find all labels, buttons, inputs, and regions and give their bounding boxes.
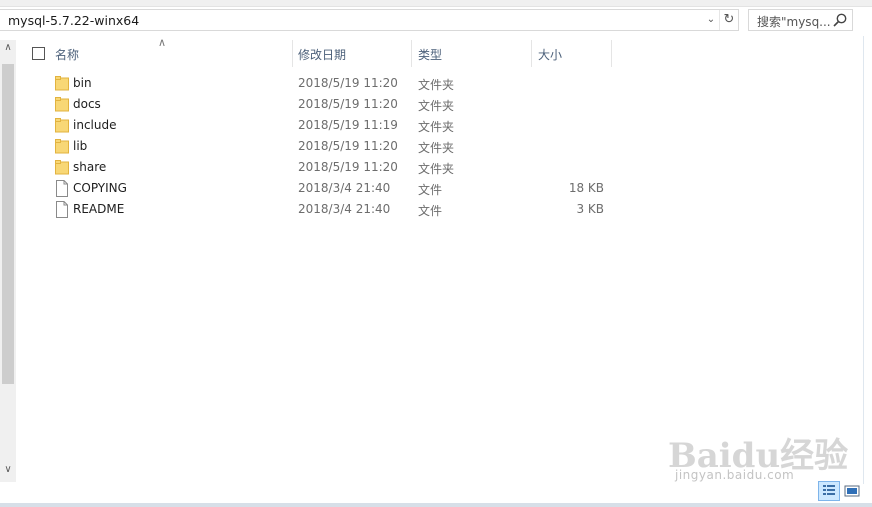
select-all-checkbox[interactable]: [32, 47, 45, 60]
file-size: 18 KB: [568, 181, 604, 195]
file-modified: 2018/5/19 11:20: [298, 76, 398, 90]
scroll-up-icon[interactable]: ∧: [0, 42, 16, 56]
pane-border: [863, 36, 864, 484]
file-row[interactable]: README 2018/3/4 21:40 文件 3 KB: [18, 199, 612, 220]
column-size[interactable]: 大小: [538, 46, 562, 63]
file-icon: [56, 180, 68, 197]
sort-ascending-icon: ∧: [158, 36, 167, 49]
file-modified: 2018/5/19 11:20: [298, 97, 398, 111]
window-bottom-border: [0, 503, 872, 507]
folder-icon: [55, 76, 69, 91]
file-modified: 2018/3/4 21:40: [298, 181, 391, 195]
file-name[interactable]: share: [73, 160, 106, 174]
file-type: 文件夹: [418, 162, 455, 176]
file-modified: 2018/3/4 21:40: [298, 202, 391, 216]
file-name[interactable]: README: [73, 202, 124, 216]
column-divider[interactable]: [531, 40, 532, 67]
address-path[interactable]: mysql-5.7.22-winx64: [8, 13, 139, 28]
file-type: 文件: [418, 204, 443, 218]
file-type: 文件: [418, 183, 443, 197]
file-row[interactable]: COPYING 2018/3/4 21:40 文件 18 KB: [18, 178, 612, 199]
file-name[interactable]: COPYING: [73, 181, 127, 195]
file-type: 文件夹: [418, 120, 455, 134]
column-header: ∧ 名称 修改日期 类型 大小: [18, 36, 863, 67]
watermark-url: jingyan.baidu.com: [675, 468, 795, 482]
scrollbar-thumb[interactable]: [2, 64, 14, 384]
column-modified[interactable]: 修改日期: [298, 46, 346, 63]
file-modified: 2018/5/19 11:20: [298, 139, 398, 153]
column-name[interactable]: 名称: [55, 46, 79, 63]
file-name[interactable]: include: [73, 118, 116, 132]
file-modified: 2018/5/19 11:20: [298, 160, 398, 174]
file-name[interactable]: docs: [73, 97, 101, 111]
folder-icon: [55, 118, 69, 133]
file-row[interactable]: bin 2018/5/19 11:20 文件夹: [18, 73, 612, 94]
column-divider[interactable]: [292, 40, 293, 67]
file-icon: [56, 201, 68, 218]
search-input[interactable]: 搜索"mysq...: [748, 9, 853, 31]
details-view-button[interactable]: [818, 481, 840, 501]
column-type[interactable]: 类型: [418, 46, 442, 63]
file-type: 文件夹: [418, 99, 455, 113]
search-placeholder: 搜索"mysq...: [757, 15, 831, 29]
large-icons-view-icon: [844, 485, 860, 497]
file-modified: 2018/5/19 11:19: [298, 118, 398, 132]
large-icons-view-button[interactable]: [842, 481, 862, 501]
file-size: 3 KB: [576, 202, 604, 216]
file-row[interactable]: include 2018/5/19 11:19 文件夹: [18, 115, 612, 136]
scroll-down-icon[interactable]: ∨: [0, 464, 16, 478]
folder-icon: [55, 160, 69, 175]
chevron-down-icon[interactable]: ⌄: [703, 10, 719, 30]
search-icon[interactable]: [832, 12, 848, 28]
folder-icon: [55, 139, 69, 154]
title-bar-strip: [0, 0, 872, 7]
folder-icon: [55, 97, 69, 112]
file-type: 文件夹: [418, 78, 455, 92]
file-row[interactable]: share 2018/5/19 11:20 文件夹: [18, 157, 612, 178]
file-type: 文件夹: [418, 141, 455, 155]
file-name[interactable]: lib: [73, 139, 87, 153]
file-row[interactable]: lib 2018/5/19 11:20 文件夹: [18, 136, 612, 157]
address-bar[interactable]: mysql-5.7.22-winx64 ⌄ ↻: [0, 9, 739, 31]
navigation-pane-scrollbar[interactable]: ∧ ∨: [0, 40, 16, 482]
refresh-icon[interactable]: ↻: [719, 10, 738, 30]
details-view-icon: [823, 485, 835, 495]
file-name[interactable]: bin: [73, 76, 92, 90]
column-divider[interactable]: [611, 40, 612, 67]
file-row[interactable]: docs 2018/5/19 11:20 文件夹: [18, 94, 612, 115]
column-divider[interactable]: [411, 40, 412, 67]
